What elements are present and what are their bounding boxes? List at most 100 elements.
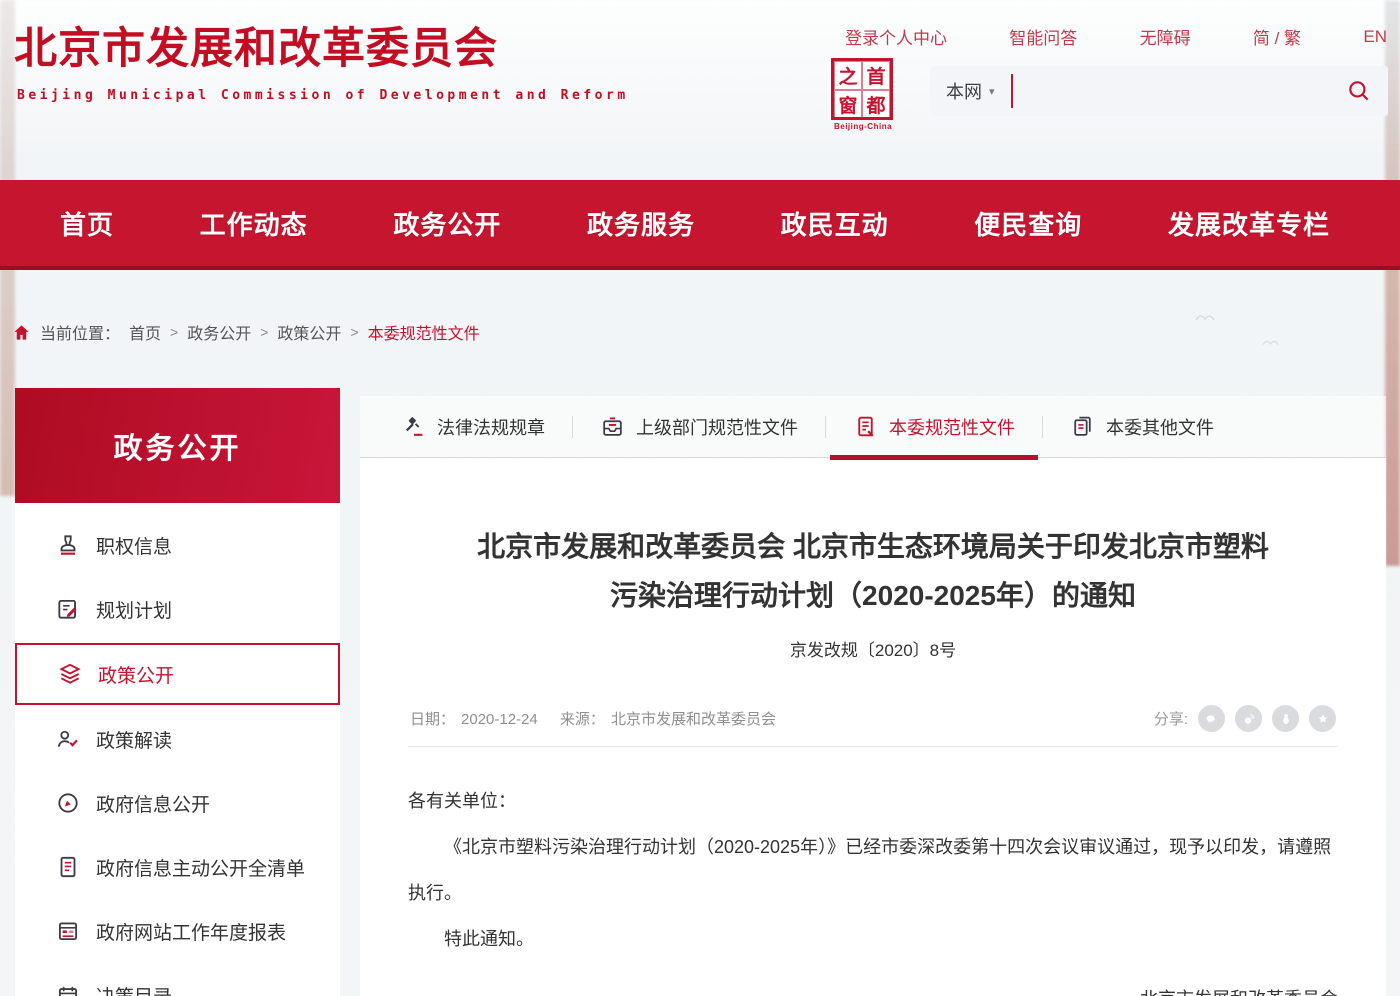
seal-caption: Beijing-China <box>831 122 895 131</box>
sidebar-item-label: 职权信息 <box>96 532 172 559</box>
page-title: 北京市发展和改革委员会 北京市生态环境局关于印发北京市塑料 污染治理行动计划（2… <box>408 522 1338 620</box>
sidebar-item-label: 决策目录 <box>96 982 172 996</box>
body-paragraph: 《北京市塑料污染治理行动计划（2020-2025年）》已经市委深改委第十四次会议… <box>408 825 1338 917</box>
sidebar-item-label: 政策公开 <box>98 661 174 688</box>
home-icon <box>12 323 31 342</box>
body-paragraph: 特此通知。 <box>408 917 1338 963</box>
main-content: 法律法规规章 上级部门规范性文件 本委规范性文件 <box>360 396 1386 996</box>
search-button[interactable] <box>1346 78 1372 104</box>
seal-icon: 之 首 窗 都 <box>831 58 893 120</box>
qzone-share-icon[interactable] <box>1309 705 1336 732</box>
sidebar-header: 政务公开 <box>15 388 340 503</box>
breadcrumb-separator: > <box>350 324 358 340</box>
compass-icon <box>55 790 81 816</box>
salutation: 各有关单位： <box>408 779 1338 825</box>
sidebar-item-label: 政府信息主动公开全清单 <box>96 854 305 881</box>
login-personal-center-link[interactable]: 登录个人中心 <box>845 24 947 49</box>
gavel-icon <box>401 414 426 439</box>
files-icon <box>1070 414 1095 439</box>
sidebar-item-label: 规划计划 <box>96 596 172 623</box>
sidebar-item-authority-info[interactable]: 职权信息 <box>15 513 340 577</box>
tab-label: 法律法规规章 <box>437 414 545 440</box>
article-meta-left: 日期：2020-12-24 来源：北京市发展和改革委员会 <box>410 708 782 729</box>
bird-decoration <box>1262 338 1284 348</box>
annual-report-icon <box>55 918 81 944</box>
breadcrumb-item-policy-disclosure[interactable]: 政策公开 <box>277 320 341 344</box>
stamp-icon <box>55 532 81 558</box>
nav-item-home[interactable]: 首页 <box>60 205 114 242</box>
search-cursor-divider <box>1011 74 1013 108</box>
nav-item-convenience-query[interactable]: 便民查询 <box>974 205 1082 242</box>
nav-item-public-interaction[interactable]: 政民互动 <box>781 205 889 242</box>
tab-commission-other-documents[interactable]: 本委其他文件 <box>1043 396 1241 457</box>
top-utility-links: 登录个人中心 智能问答 无障碍 简 / 繁 EN <box>845 24 1387 49</box>
smart-qa-link[interactable]: 智能问答 <box>1009 24 1077 49</box>
tab-laws-regulations[interactable]: 法律法规规章 <box>374 396 572 457</box>
breadcrumb: 当前位置： 首页 > 政务公开 > 政策公开 > 本委规范性文件 <box>12 320 480 344</box>
seal-char: 窗 <box>834 90 862 119</box>
qq-share-icon[interactable] <box>1272 705 1299 732</box>
meta-divider <box>408 746 1338 747</box>
signature: 北京市发展和改革委员会 <box>408 977 1338 996</box>
search-bar: 本网 ▾ <box>930 66 1388 116</box>
sidebar: 政务公开 职权信息 规划计划 政策公开 <box>15 388 340 996</box>
sidebar-title: 政务公开 <box>113 425 241 467</box>
tab-commission-normative-documents[interactable]: 本委规范性文件 <box>826 396 1042 457</box>
primary-navigation: 首页 工作动态 政务公开 政务服务 政民互动 便民查询 发展改革专栏 <box>0 180 1400 270</box>
seal-char: 首 <box>862 61 890 90</box>
search-icon <box>1346 78 1372 104</box>
chevron-down-icon: ▾ <box>989 85 995 98</box>
article-meta-row: 日期：2020-12-24 来源：北京市发展和改革委员会 分享: <box>408 705 1338 732</box>
date-label: 日期： <box>410 711 455 728</box>
weibo-share-icon[interactable] <box>1235 705 1262 732</box>
list-document-icon <box>55 854 81 880</box>
tab-superior-normative-documents[interactable]: 上级部门规范性文件 <box>573 396 825 457</box>
site-logo-subtitle: Beijing Municipal Commission of Developm… <box>17 88 629 103</box>
share-label: 分享: <box>1154 708 1188 729</box>
breadcrumb-label: 当前位置： <box>40 320 120 344</box>
bird-decoration <box>1195 312 1221 324</box>
search-scope-label: 本网 <box>946 78 982 104</box>
nav-item-reform-column[interactable]: 发展改革专栏 <box>1168 205 1330 242</box>
calendar-icon <box>55 982 81 996</box>
sidebar-item-proactive-disclosure-list[interactable]: 政府信息主动公开全清单 <box>15 835 340 899</box>
seal-char: 都 <box>862 90 890 119</box>
date-value: 2020-12-24 <box>461 711 538 728</box>
search-input[interactable] <box>1027 82 1346 100</box>
sidebar-menu: 职权信息 规划计划 政策公开 政策解读 <box>15 503 340 996</box>
tab-label: 本委规范性文件 <box>889 414 1015 440</box>
sidebar-item-website-annual-report[interactable]: 政府网站工作年度报表 <box>15 899 340 963</box>
breadcrumb-item-gov-disclosure[interactable]: 政务公开 <box>187 320 251 344</box>
policy-interpret-icon <box>55 726 81 752</box>
english-link[interactable]: EN <box>1363 27 1387 47</box>
sidebar-item-plans[interactable]: 规划计划 <box>15 577 340 641</box>
share-bar: 分享: <box>1154 705 1336 732</box>
simplified-traditional-toggle[interactable]: 简 / 繁 <box>1253 24 1301 49</box>
nav-item-gov-disclosure[interactable]: 政务公开 <box>393 205 501 242</box>
search-scope-dropdown[interactable]: 本网 ▾ <box>946 78 995 104</box>
article-title-line2: 污染治理行动计划（2020-2025年）的通知 <box>408 571 1338 620</box>
wechat-share-icon[interactable] <box>1198 705 1225 732</box>
sidebar-item-label: 政策解读 <box>96 726 172 753</box>
tab-label: 本委其他文件 <box>1106 414 1214 440</box>
inbox-icon <box>600 414 625 439</box>
breadcrumb-item-home[interactable]: 首页 <box>129 320 161 344</box>
document-number: 京发改规〔2020〕8号 <box>408 636 1338 661</box>
seal-char: 之 <box>834 61 862 90</box>
beijing-china-seal-logo: 之 首 窗 都 Beijing-China <box>831 58 895 131</box>
sidebar-item-decision-catalog[interactable]: 决策目录 <box>15 963 340 996</box>
policy-layers-icon <box>57 661 83 687</box>
nav-item-gov-services[interactable]: 政务服务 <box>587 205 695 242</box>
sidebar-item-policy-disclosure[interactable]: 政策公开 <box>15 643 340 705</box>
sidebar-item-label: 政府网站工作年度报表 <box>96 918 286 945</box>
sidebar-item-label: 政府信息公开 <box>96 790 210 817</box>
source-label: 来源： <box>560 711 605 728</box>
sidebar-item-policy-interpretation[interactable]: 政策解读 <box>15 707 340 771</box>
breadcrumb-separator: > <box>260 324 268 340</box>
accessibility-link[interactable]: 无障碍 <box>1140 24 1191 49</box>
nav-item-work-updates[interactable]: 工作动态 <box>200 205 308 242</box>
sidebar-item-gov-info-disclosure[interactable]: 政府信息公开 <box>15 771 340 835</box>
breadcrumb-separator: > <box>170 324 178 340</box>
article-body: 各有关单位： 《北京市塑料污染治理行动计划（2020-2025年）》已经市委深改… <box>408 779 1338 996</box>
document-category-tabs: 法律法规规章 上级部门规范性文件 本委规范性文件 <box>360 396 1386 458</box>
